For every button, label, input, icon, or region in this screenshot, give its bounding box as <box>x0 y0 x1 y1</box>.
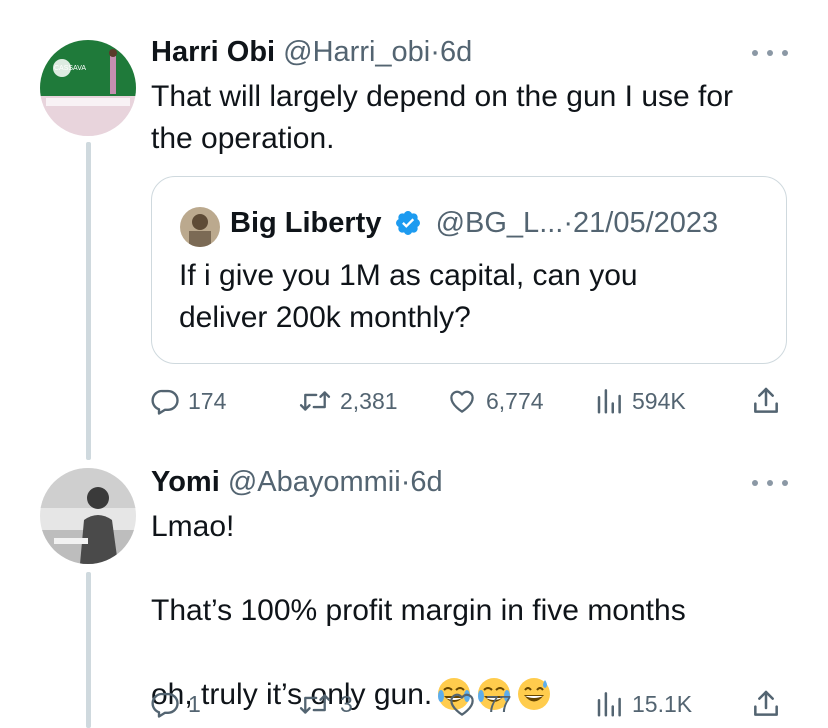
avatar[interactable] <box>40 468 136 564</box>
retweet-count: 2,381 <box>340 387 398 414</box>
user-handle[interactable]: @BG_L... <box>436 207 564 239</box>
quoted-tweet-header: Big Liberty @BG_L...·21/05/2023 <box>230 205 718 241</box>
verified-badge-icon <box>395 211 420 235</box>
heart-icon <box>450 390 474 413</box>
retweet-button[interactable]: 2,381 <box>298 383 398 419</box>
retweet-button[interactable]: 3 <box>298 686 353 722</box>
reply-button[interactable]: 174 <box>150 383 226 419</box>
quoted-tweet[interactable]: Big Liberty @BG_L...·21/05/2023 If i giv… <box>151 176 787 364</box>
user-handle[interactable]: @Harri_obi <box>283 36 430 68</box>
view-count: 594K <box>632 387 686 414</box>
share-icon <box>754 690 778 716</box>
analytics-icon <box>597 389 621 414</box>
display-name[interactable]: Harri Obi <box>151 36 275 68</box>
display-name[interactable]: Yomi <box>151 466 220 498</box>
timestamp[interactable]: 21/05/2023 <box>573 207 718 239</box>
more-options-icon[interactable] <box>752 48 788 58</box>
views-button[interactable]: 15.1K <box>594 686 692 722</box>
timestamp[interactable]: 6d <box>410 466 442 498</box>
reply-count: 1 <box>188 690 201 717</box>
like-button[interactable]: 77 <box>446 686 512 722</box>
avatar-logo-text: CASSAVA <box>54 65 86 72</box>
more-options-icon[interactable] <box>752 478 788 488</box>
quoted-tweet-text: If i give you 1M as capital, can you del… <box>179 259 638 334</box>
like-count: 77 <box>486 690 512 717</box>
timestamp[interactable]: 6d <box>440 36 472 68</box>
share-icon <box>754 387 778 413</box>
retweet-icon <box>299 694 331 714</box>
user-handle[interactable]: @Abayommii <box>228 466 401 498</box>
share-button[interactable] <box>750 383 782 419</box>
tweet-actions: 1 3 77 15.1K <box>150 686 786 722</box>
tweet-text: Lmao! <box>151 510 235 543</box>
reply-count: 174 <box>188 387 227 414</box>
thread-line <box>86 572 91 728</box>
views-button[interactable]: 594K <box>594 383 686 419</box>
like-count: 6,774 <box>486 387 544 414</box>
display-name[interactable]: Big Liberty <box>230 207 381 239</box>
like-button[interactable]: 6,774 <box>446 383 544 419</box>
reply-icon <box>151 692 179 718</box>
tweet-header: Yomi @Abayommii·6d <box>151 464 443 500</box>
heart-icon <box>450 693 474 716</box>
retweet-count: 3 <box>340 690 353 717</box>
separator-dot: · <box>400 466 411 498</box>
thread-line <box>86 142 91 460</box>
avatar[interactable]: CASSAVA <box>40 40 136 136</box>
share-button[interactable] <box>750 686 782 722</box>
tweet-text: That will largely depend on the gun I us… <box>151 80 734 155</box>
separator-dot: · <box>563 207 574 239</box>
view-count: 15.1K <box>632 690 693 717</box>
tweet-actions: 174 2,381 6,774 594K <box>150 383 786 419</box>
reply-icon <box>151 389 179 415</box>
retweet-icon <box>299 391 331 411</box>
tweet-text: That’s 100% profit margin in five months <box>151 594 686 627</box>
analytics-icon <box>597 692 621 717</box>
avatar[interactable] <box>180 207 220 247</box>
separator-dot: · <box>430 36 440 68</box>
reply-button[interactable]: 1 <box>150 686 201 722</box>
tweet-header: Harri Obi @Harri_obi·6d <box>151 34 472 70</box>
